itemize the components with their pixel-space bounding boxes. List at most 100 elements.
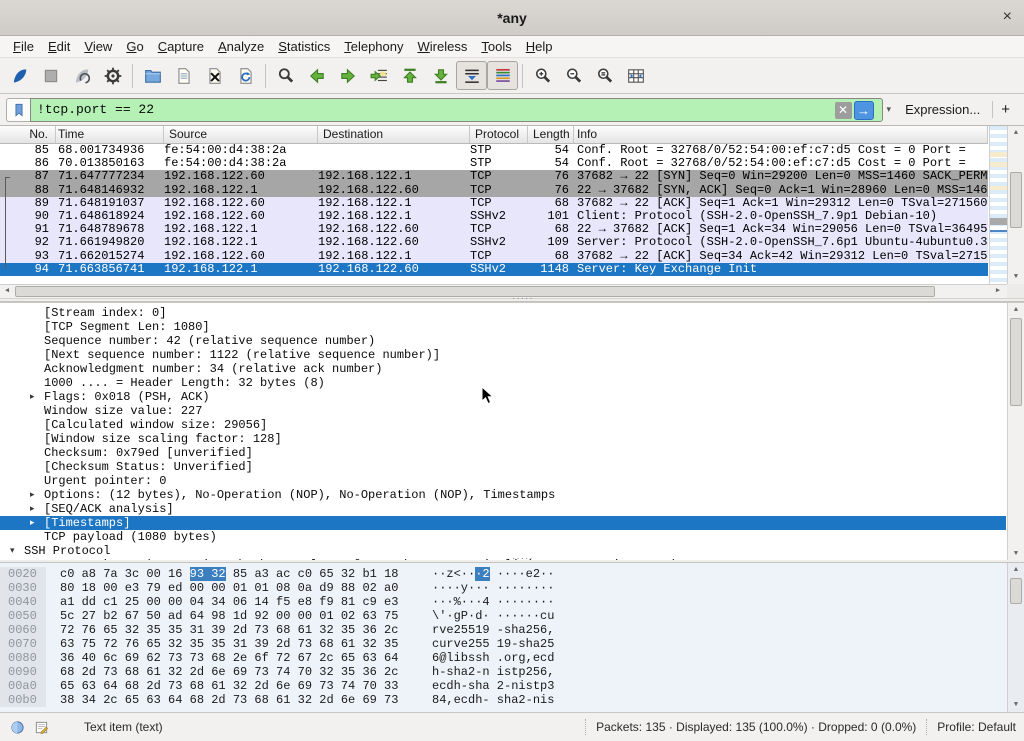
detail-line[interactable]: [Next sequence number: 1122 (relative se… <box>0 348 1006 362</box>
file-reload-icon[interactable] <box>230 61 261 90</box>
menu-item-statistics[interactable]: Statistics <box>271 37 337 56</box>
expert-info-icon[interactable] <box>8 718 26 736</box>
hex-row[interactable]: 003080 18 00 e3 79 ed 00 00 01 01 08 0a … <box>0 581 1024 595</box>
scroll-thumb[interactable] <box>1010 318 1022 406</box>
column-header-protocol[interactable]: Protocol <box>470 126 528 143</box>
packet-list-hscrollbar[interactable]: ◀ ▶ <box>0 284 1007 298</box>
hex-row[interactable]: 0040a1 dd c1 25 00 00 04 34 06 14 f5 e8 … <box>0 595 1024 609</box>
scroll-thumb[interactable] <box>15 286 935 297</box>
status-profile[interactable]: Profile: Default <box>937 720 1016 734</box>
colorize-icon[interactable] <box>487 61 518 90</box>
go-back-icon[interactable] <box>301 61 332 90</box>
filter-text[interactable]: !tcp.port == 22 <box>37 102 154 117</box>
capture-options-icon[interactable] <box>97 61 128 90</box>
detail-line[interactable]: [TCP Segment Len: 1080] <box>0 320 1006 334</box>
hex-row[interactable]: 006072 76 65 32 35 35 31 39 2d 73 68 61 … <box>0 623 1024 637</box>
scroll-down-icon[interactable]: ▼ <box>1008 270 1024 284</box>
capture-comment-icon[interactable] <box>32 718 50 736</box>
find-packet-icon[interactable] <box>270 61 301 90</box>
scroll-left-icon[interactable]: ◀ <box>0 285 14 298</box>
scroll-right-icon[interactable]: ▶ <box>991 285 1005 298</box>
packet-row[interactable]: 8670.013850163fe:54:00:d4:38:2aSTP54Conf… <box>0 157 988 170</box>
detail-line[interactable]: 1000 .... = Header Length: 32 bytes (8) <box>0 376 1006 390</box>
expand-icon[interactable]: ▸ <box>30 488 35 502</box>
detail-line[interactable]: TCP payload (1080 bytes) <box>0 530 1006 544</box>
capture-start-icon[interactable] <box>4 61 35 90</box>
menu-item-wireless[interactable]: Wireless <box>411 37 475 56</box>
detail-line[interactable]: Urgent pointer: 0 <box>0 474 1006 488</box>
menu-item-telephony[interactable]: Telephony <box>337 37 410 56</box>
auto-scroll-icon[interactable] <box>456 61 487 90</box>
zoom-out-icon[interactable] <box>558 61 589 90</box>
detail-line[interactable]: [Stream index: 0] <box>0 306 1006 320</box>
scroll-up-icon[interactable]: ▲ <box>1008 563 1024 577</box>
detail-line[interactable]: ▸[SEQ/ACK analysis] <box>0 502 1006 516</box>
scroll-up-icon[interactable]: ▲ <box>1008 126 1024 140</box>
hex-row[interactable]: 00a065 63 64 68 2d 73 68 61 32 2d 6e 69 … <box>0 679 1024 693</box>
scroll-down-icon[interactable]: ▼ <box>1008 547 1024 560</box>
resize-columns-icon[interactable] <box>620 61 651 90</box>
menu-item-view[interactable]: View <box>77 37 119 56</box>
hex-row[interactable]: 009068 2d 73 68 61 32 2d 6e 69 73 74 70 … <box>0 665 1024 679</box>
column-header-length[interactable]: Length <box>528 126 574 143</box>
expand-icon[interactable]: ▸ <box>30 390 35 404</box>
close-icon[interactable]: × <box>1003 8 1012 26</box>
column-header-no[interactable]: No. <box>0 126 56 143</box>
expand-icon[interactable]: ▸ <box>30 516 35 530</box>
detail-line[interactable]: Acknowledgment number: 34 (relative ack … <box>0 362 1006 376</box>
scroll-thumb[interactable] <box>1010 172 1022 228</box>
column-header-time[interactable]: Time <box>56 126 164 143</box>
packet-row[interactable]: 8971.648191037192.168.122.60192.168.122.… <box>0 197 988 210</box>
packet-row[interactable]: 9171.648789678192.168.122.1192.168.122.6… <box>0 223 988 236</box>
menu-item-analyze[interactable]: Analyze <box>211 37 271 56</box>
hex-row[interactable]: 00b038 34 2c 65 63 64 68 2d 73 68 61 32 … <box>0 693 1024 707</box>
bytes-vscrollbar[interactable]: ▲ ▼ <box>1007 563 1024 712</box>
detail-line[interactable]: Sequence number: 42 (relative sequence n… <box>0 334 1006 348</box>
go-first-icon[interactable] <box>394 61 425 90</box>
detail-line[interactable]: [Checksum Status: Unverified] <box>0 460 1006 474</box>
capture-restart-icon[interactable] <box>66 61 97 90</box>
details-vscrollbar[interactable]: ▲ ▼ <box>1007 303 1024 560</box>
packet-row[interactable]: 9271.661949820192.168.122.1192.168.122.6… <box>0 236 988 249</box>
filter-add-button[interactable]: + <box>992 101 1018 118</box>
go-last-icon[interactable] <box>425 61 456 90</box>
collapse-icon[interactable]: ▾ <box>10 544 15 558</box>
detail-line[interactable]: ▸[Timestamps] <box>0 516 1006 530</box>
menu-item-file[interactable]: File <box>6 37 41 56</box>
detail-line[interactable]: ▸Options: (12 bytes), No-Operation (NOP)… <box>0 488 1006 502</box>
column-header-info[interactable]: Info <box>574 126 988 143</box>
packet-row[interactable]: 9371.662015274192.168.122.60192.168.122.… <box>0 250 988 263</box>
packet-row[interactable]: 8771.647777234192.168.122.60192.168.122.… <box>0 170 988 183</box>
file-open-icon[interactable] <box>137 61 168 90</box>
packet-list-vscrollbar[interactable]: ▲ ▼ <box>1007 126 1024 284</box>
menu-item-go[interactable]: Go <box>119 37 150 56</box>
zoom-in-icon[interactable] <box>527 61 558 90</box>
expression-button[interactable]: Expression... <box>897 102 990 117</box>
filter-dropdown-caret-icon[interactable]: ▾ <box>883 104 898 115</box>
detail-line[interactable]: [Calculated window size: 29056] <box>0 418 1006 432</box>
menu-item-help[interactable]: Help <box>519 37 560 56</box>
filter-clear-icon[interactable]: ✕ <box>835 102 852 119</box>
packet-list-minimap[interactable] <box>989 126 1007 284</box>
detail-line[interactable]: ▸Flags: 0x018 (PSH, ACK) <box>0 390 1006 404</box>
column-header-source[interactable]: Source <box>164 126 318 143</box>
packet-row[interactable]: 8568.001734936fe:54:00:d4:38:2aSTP54Conf… <box>0 144 988 157</box>
go-to-packet-icon[interactable] <box>363 61 394 90</box>
menu-item-capture[interactable]: Capture <box>151 37 211 56</box>
packet-row[interactable]: 9471.663856741192.168.122.1192.168.122.6… <box>0 263 988 276</box>
scroll-up-icon[interactable]: ▲ <box>1008 303 1024 317</box>
hex-row[interactable]: 0020c0 a8 7a 3c 00 16 93 32 85 a3 ac c0 … <box>0 567 1024 581</box>
detail-line[interactable]: [Window size scaling factor: 128] <box>0 432 1006 446</box>
packet-row[interactable]: 8871.648146932192.168.122.1192.168.122.6… <box>0 184 988 197</box>
packet-row[interactable]: 9071.648618924192.168.122.60192.168.122.… <box>0 210 988 223</box>
column-header-destination[interactable]: Destination <box>318 126 470 143</box>
bookmark-icon[interactable] <box>6 98 30 122</box>
file-save-icon[interactable] <box>168 61 199 90</box>
detail-line[interactable]: Checksum: 0x79ed [unverified] <box>0 446 1006 460</box>
zoom-reset-icon[interactable] <box>589 61 620 90</box>
menu-item-edit[interactable]: Edit <box>41 37 77 56</box>
scroll-down-icon[interactable]: ▼ <box>1008 698 1024 712</box>
menu-item-tools[interactable]: Tools <box>474 37 518 56</box>
filter-input[interactable]: !tcp.port == 22 ✕ → <box>30 98 883 122</box>
detail-line[interactable]: Window size value: 227 <box>0 404 1006 418</box>
